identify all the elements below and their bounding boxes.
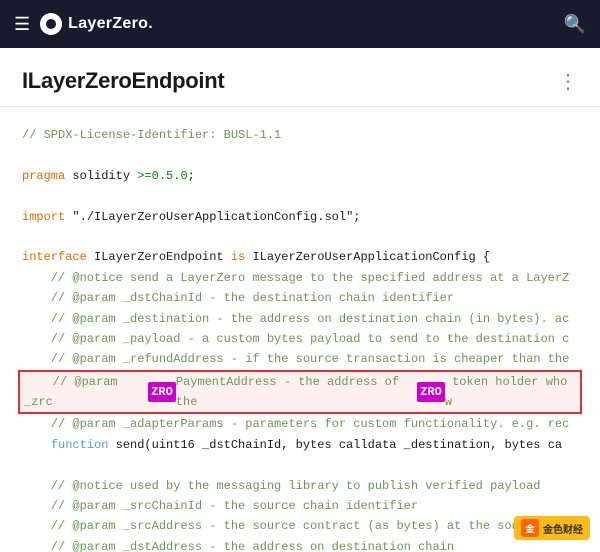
code-line-blank1 bbox=[22, 145, 578, 165]
code-comment8: // @param _srcChainId - the source chain… bbox=[22, 496, 578, 516]
zro-badge-2: ZRO bbox=[417, 382, 445, 402]
watermark-text: 金色财经 bbox=[543, 521, 583, 536]
code-line-blank4 bbox=[22, 455, 578, 475]
code-function-body: send(uint16 _dstChainId, bytes calldata … bbox=[108, 435, 562, 455]
watermark-icon: 金 bbox=[521, 519, 539, 537]
page-content: ILayerZeroEndpoint ⋮ // SPDX-License-Ide… bbox=[0, 48, 600, 552]
code-pragma-keyword: pragma bbox=[22, 166, 65, 186]
more-options-icon[interactable]: ⋮ bbox=[558, 69, 578, 94]
highlighted-row: // @param _zrcZROPaymentAddress - the ad… bbox=[18, 370, 582, 415]
code-line-pragma: pragma solidity >=0.5.0 ; bbox=[22, 166, 578, 186]
code-comment-zrc-end: token holder who w bbox=[445, 372, 576, 413]
code-line-license: // SPDX-License-Identifier: BUSL-1.1 bbox=[22, 125, 578, 145]
page-title: ILayerZeroEndpoint bbox=[22, 68, 224, 94]
zro-badge: ZRO bbox=[148, 382, 176, 402]
code-interface-extends: ILayerZeroUserApplicationConfig { bbox=[245, 247, 490, 267]
code-comment3: // @param _destination - the address on … bbox=[22, 309, 578, 329]
code-area: // SPDX-License-Identifier: BUSL-1.1 pra… bbox=[0, 107, 600, 552]
code-comment7: // @notice used by the messaging library… bbox=[22, 476, 578, 496]
code-line-interface: interface ILayerZeroEndpoint is ILayerZe… bbox=[22, 247, 578, 267]
code-comment10: // @param _dstAddress - the address on d… bbox=[22, 537, 578, 552]
code-comment2: // @param _dstChainId - the destination … bbox=[22, 288, 578, 308]
search-icon[interactable]: 🔍 bbox=[564, 14, 586, 35]
code-function-keyword: function bbox=[51, 435, 109, 455]
code-function-indent bbox=[22, 435, 51, 455]
code-line-import: import "./ILayerZeroUserApplicationConfi… bbox=[22, 207, 578, 227]
navbar-left: ☰ LayerZero. bbox=[14, 13, 153, 35]
code-import-keyword: import bbox=[22, 207, 65, 227]
navbar: ☰ LayerZero. 🔍 bbox=[0, 0, 600, 48]
code-comment-zrc-prefix: // @param _zrc bbox=[24, 372, 148, 413]
code-interface-name: ILayerZeroEndpoint bbox=[87, 247, 231, 267]
code-pragma-solidity: solidity bbox=[65, 166, 137, 186]
code-comment-zrc-middle: PaymentAddress - the address of the bbox=[176, 372, 417, 413]
hamburger-icon[interactable]: ☰ bbox=[14, 14, 30, 35]
code-function1: function send(uint16 _dstChainId, bytes … bbox=[22, 435, 578, 455]
logo-icon bbox=[40, 13, 62, 35]
code-comment5: // @param _refundAddress - if the source… bbox=[22, 349, 578, 369]
logo-container: LayerZero. bbox=[40, 13, 153, 35]
code-version: >=0.5.0 bbox=[137, 166, 187, 186]
code-comment6: // @param _adapterParams - parameters fo… bbox=[22, 414, 578, 434]
code-interface-keyword: interface bbox=[22, 247, 87, 267]
code-is-keyword: is bbox=[231, 247, 245, 267]
code-comment4: // @param _payload - a custom bytes payl… bbox=[22, 329, 578, 349]
code-comment-license: // SPDX-License-Identifier: BUSL-1.1 bbox=[22, 125, 281, 145]
logo-text: LayerZero. bbox=[68, 15, 153, 33]
code-semicolon1: ; bbox=[188, 166, 195, 186]
code-comment9: // @param _srcAddress - the source contr… bbox=[22, 516, 578, 536]
page-header: ILayerZeroEndpoint ⋮ bbox=[0, 48, 600, 107]
watermark: 金 金色财经 bbox=[514, 516, 590, 540]
logo-icon-inner bbox=[46, 19, 56, 29]
code-line-blank2 bbox=[22, 186, 578, 206]
code-line-blank3 bbox=[22, 227, 578, 247]
code-comment1: // @notice send a LayerZero message to t… bbox=[22, 268, 578, 288]
code-import-path: "./ILayerZeroUserApplicationConfig.sol"; bbox=[65, 207, 360, 227]
